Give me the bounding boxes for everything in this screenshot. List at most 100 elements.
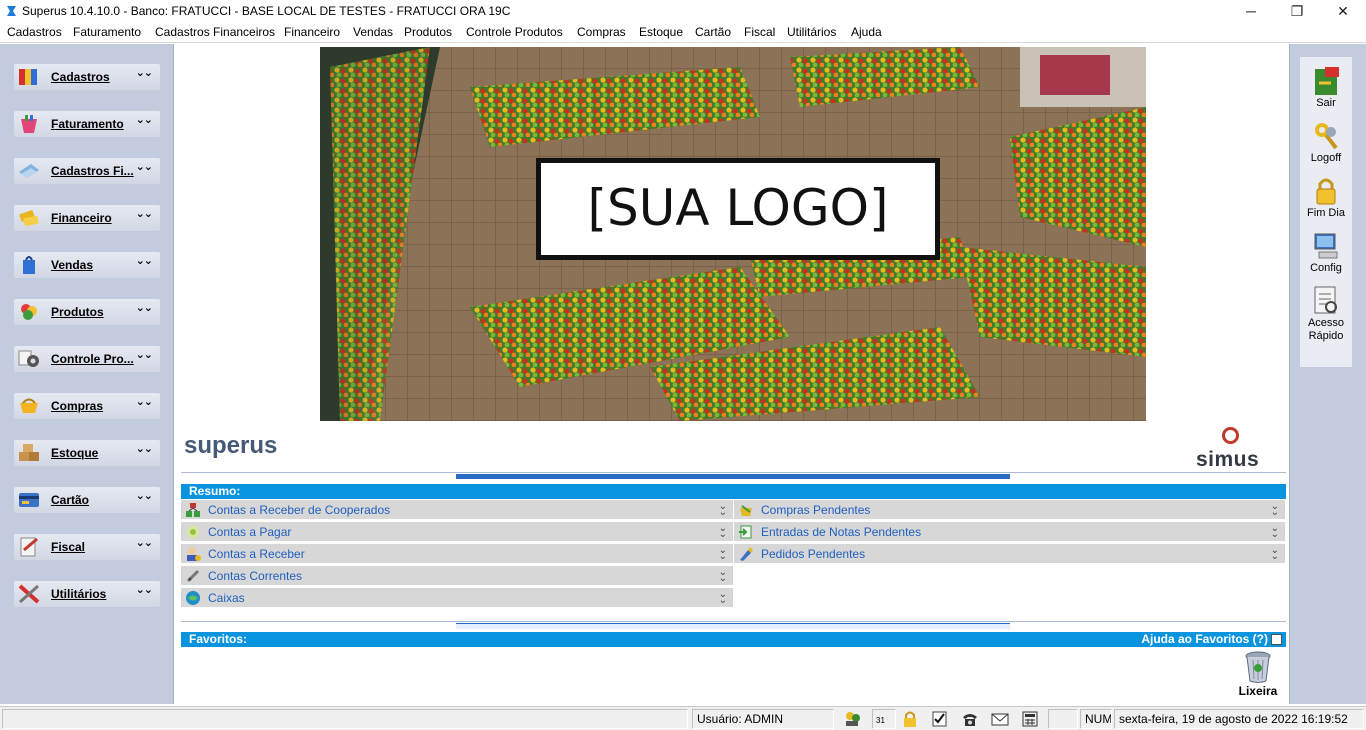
controle-produtos-icon — [18, 350, 39, 367]
menu-ajuda[interactable]: Ajuda — [850, 25, 883, 39]
resumo-item-label: Contas a Receber de Cooperados — [208, 503, 391, 517]
window-title: Superus 10.4.10.0 - Banco: FRATUCCI - BA… — [22, 4, 511, 18]
menu-estoque[interactable]: Estoque — [638, 25, 684, 39]
sidebar-item-fiscal[interactable]: Fiscal ⌄⌄ — [14, 534, 160, 560]
users-status-icon[interactable] — [843, 710, 863, 728]
fiscal-icon — [20, 537, 38, 557]
lock-status-icon[interactable] — [900, 710, 920, 728]
pedidos-pendentes-icon — [740, 547, 753, 561]
calculator-icon[interactable] — [1020, 710, 1040, 728]
sair-label: Sair — [1316, 97, 1336, 109]
logo-placeholder: [SUA LOGO] — [536, 158, 940, 260]
maximize-button[interactable]: ❐ — [1274, 0, 1320, 23]
config-button[interactable]: Config — [1300, 230, 1352, 275]
minimize-button[interactable]: ─ — [1228, 0, 1274, 23]
status-user: Usuário: ADMIN — [692, 709, 834, 729]
sidebar-item-vendas[interactable]: Vendas ⌄⌄ — [14, 252, 160, 278]
sidebar-item-cartao[interactable]: Cartão ⌄⌄ — [14, 487, 160, 513]
menu-financeiro[interactable]: Financeiro — [283, 25, 341, 39]
resumo-item-label: Caixas — [208, 591, 245, 605]
sidebar-item-controle-produtos[interactable]: Controle Pro... ⌄⌄ — [14, 346, 160, 372]
sidebar-item-label: Utilitários — [51, 587, 107, 601]
favoritos-help-link[interactable]: Ajuda ao Favoritos (?) — [1141, 632, 1268, 647]
resumo-item-pedidos-pendentes[interactable]: Pedidos Pendentes ⌄ ⌄ — [734, 544, 1285, 564]
divider — [181, 621, 1286, 622]
menu-cadastros[interactable]: Cadastros — [6, 25, 63, 39]
menu-fiscal[interactable]: Fiscal — [743, 25, 776, 39]
app-logo-icon — [7, 6, 16, 16]
sidebar-item-financeiro[interactable]: Financeiro ⌄⌄ — [14, 205, 160, 231]
sidebar-item-label: Controle Pro... — [51, 352, 134, 366]
divider — [181, 472, 1286, 473]
sidebar-item-label: Faturamento — [51, 117, 124, 131]
status-num-lock: NUM — [1080, 709, 1112, 729]
menu-controle-produtos[interactable]: Controle Produtos — [465, 25, 564, 39]
sidebar-item-utilitarios[interactable]: Utilitários ⌄⌄ — [14, 581, 160, 607]
menu-compras[interactable]: Compras — [576, 25, 627, 39]
chevron-down-icon: ⌄⌄ — [718, 589, 727, 606]
utilitarios-icon — [18, 584, 40, 604]
chevron-down-icon: ⌄⌄ — [135, 114, 153, 126]
resumo-item-caixas[interactable]: Caixas ⌄ ⌄ — [181, 588, 733, 608]
trash-label: Lixeira — [1238, 684, 1278, 698]
resumo-item-contas-receber[interactable]: Contas a Receber ⌄ ⌄ — [181, 544, 733, 564]
financeiro-icon — [19, 210, 39, 226]
checklist-icon[interactable] — [930, 710, 950, 728]
resumo-item-cooperados[interactable]: Contas a Receber de Cooperados ⌄ ⌄ — [181, 500, 733, 520]
resumo-item-compras-pendentes[interactable]: Compras Pendentes ⌄ ⌄ — [734, 500, 1285, 520]
resumo-splitter[interactable] — [456, 474, 1010, 479]
phone-icon[interactable] — [960, 710, 980, 728]
sair-button[interactable]: Sair — [1300, 65, 1352, 110]
chevron-down-icon: ⌄⌄ — [1270, 545, 1279, 562]
favoritos-help-checkbox[interactable] — [1271, 634, 1282, 645]
resumo-item-label: Pedidos Pendentes — [761, 547, 866, 561]
favoritos-title: Favoritos: — [189, 632, 248, 646]
resumo-item-entradas-notas[interactable]: Entradas de Notas Pendentes ⌄ ⌄ — [734, 522, 1285, 542]
trash-button[interactable]: Lixeira — [1236, 650, 1280, 698]
chevron-down-icon: ⌄⌄ — [718, 501, 727, 518]
calendar-icon[interactable]: 31 — [872, 709, 896, 729]
sidebar-item-label: Financeiro — [51, 211, 112, 225]
sidebar-item-label: Estoque — [51, 446, 99, 460]
status-datetime: sexta-feira, 19 de agosto de 2022 16:19:… — [1114, 709, 1364, 729]
sidebar-item-label: Vendas — [51, 258, 94, 272]
fim-dia-button[interactable]: Fim Dia — [1300, 175, 1352, 220]
resumo-item-label: Compras Pendentes — [761, 503, 871, 517]
menu-produtos[interactable]: Produtos — [403, 25, 453, 39]
close-button[interactable]: ✕ — [1320, 0, 1366, 23]
simus-brand-logo: simus — [1196, 448, 1260, 471]
cadastros-icon — [19, 69, 37, 85]
menu-vendas[interactable]: Vendas — [352, 25, 394, 39]
favoritos-splitter[interactable] — [456, 623, 1010, 629]
menu-utilitarios[interactable]: Utilitários — [786, 25, 837, 39]
banner-image: [SUA LOGO] — [320, 47, 1146, 421]
sidebar-item-faturamento[interactable]: Faturamento ⌄⌄ — [14, 111, 160, 137]
fim-dia-label: Fim Dia — [1307, 207, 1345, 219]
sidebar-item-cadastros-financeiros[interactable]: Cadastros Fi... ⌄⌄ — [14, 158, 160, 184]
chevron-down-icon: ⌄⌄ — [135, 349, 153, 361]
sidebar-item-label: Cadastros — [51, 70, 110, 84]
superus-brand-logo: superus — [184, 432, 278, 459]
trash-icon — [1245, 651, 1271, 683]
cadastros-financeiros-icon — [19, 164, 39, 178]
sidebar-item-compras[interactable]: Compras ⌄⌄ — [14, 393, 160, 419]
menu-cadastros-financeiros[interactable]: Cadastros Financeiros — [154, 25, 276, 39]
contas-correntes-icon — [186, 569, 200, 583]
quick-access-icon — [1314, 286, 1337, 314]
cooperados-icon — [186, 503, 200, 517]
resumo-item-contas-pagar[interactable]: Contas a Pagar ⌄ ⌄ — [181, 522, 733, 542]
chevron-down-icon: ⌄⌄ — [135, 302, 153, 314]
logoff-label: Logoff — [1310, 152, 1342, 164]
logoff-button[interactable]: Logoff — [1300, 120, 1352, 165]
resumo-item-contas-correntes[interactable]: Contas Correntes ⌄ ⌄ — [181, 566, 733, 586]
acesso-rapido-label: Acesso Rápido — [1307, 317, 1345, 342]
chevron-down-icon: ⌄⌄ — [135, 208, 153, 220]
menu-cartao[interactable]: Cartão — [694, 25, 732, 39]
menu-faturamento[interactable]: Faturamento — [72, 25, 142, 39]
sidebar-item-estoque[interactable]: Estoque ⌄⌄ — [14, 440, 160, 466]
sidebar-item-produtos[interactable]: Produtos ⌄⌄ — [14, 299, 160, 325]
acesso-rapido-button[interactable]: Acesso Rápido — [1300, 285, 1352, 343]
estoque-icon — [19, 444, 39, 461]
sidebar-item-cadastros[interactable]: Cadastros ⌄⌄ — [14, 64, 160, 90]
mail-icon[interactable] — [990, 710, 1010, 728]
